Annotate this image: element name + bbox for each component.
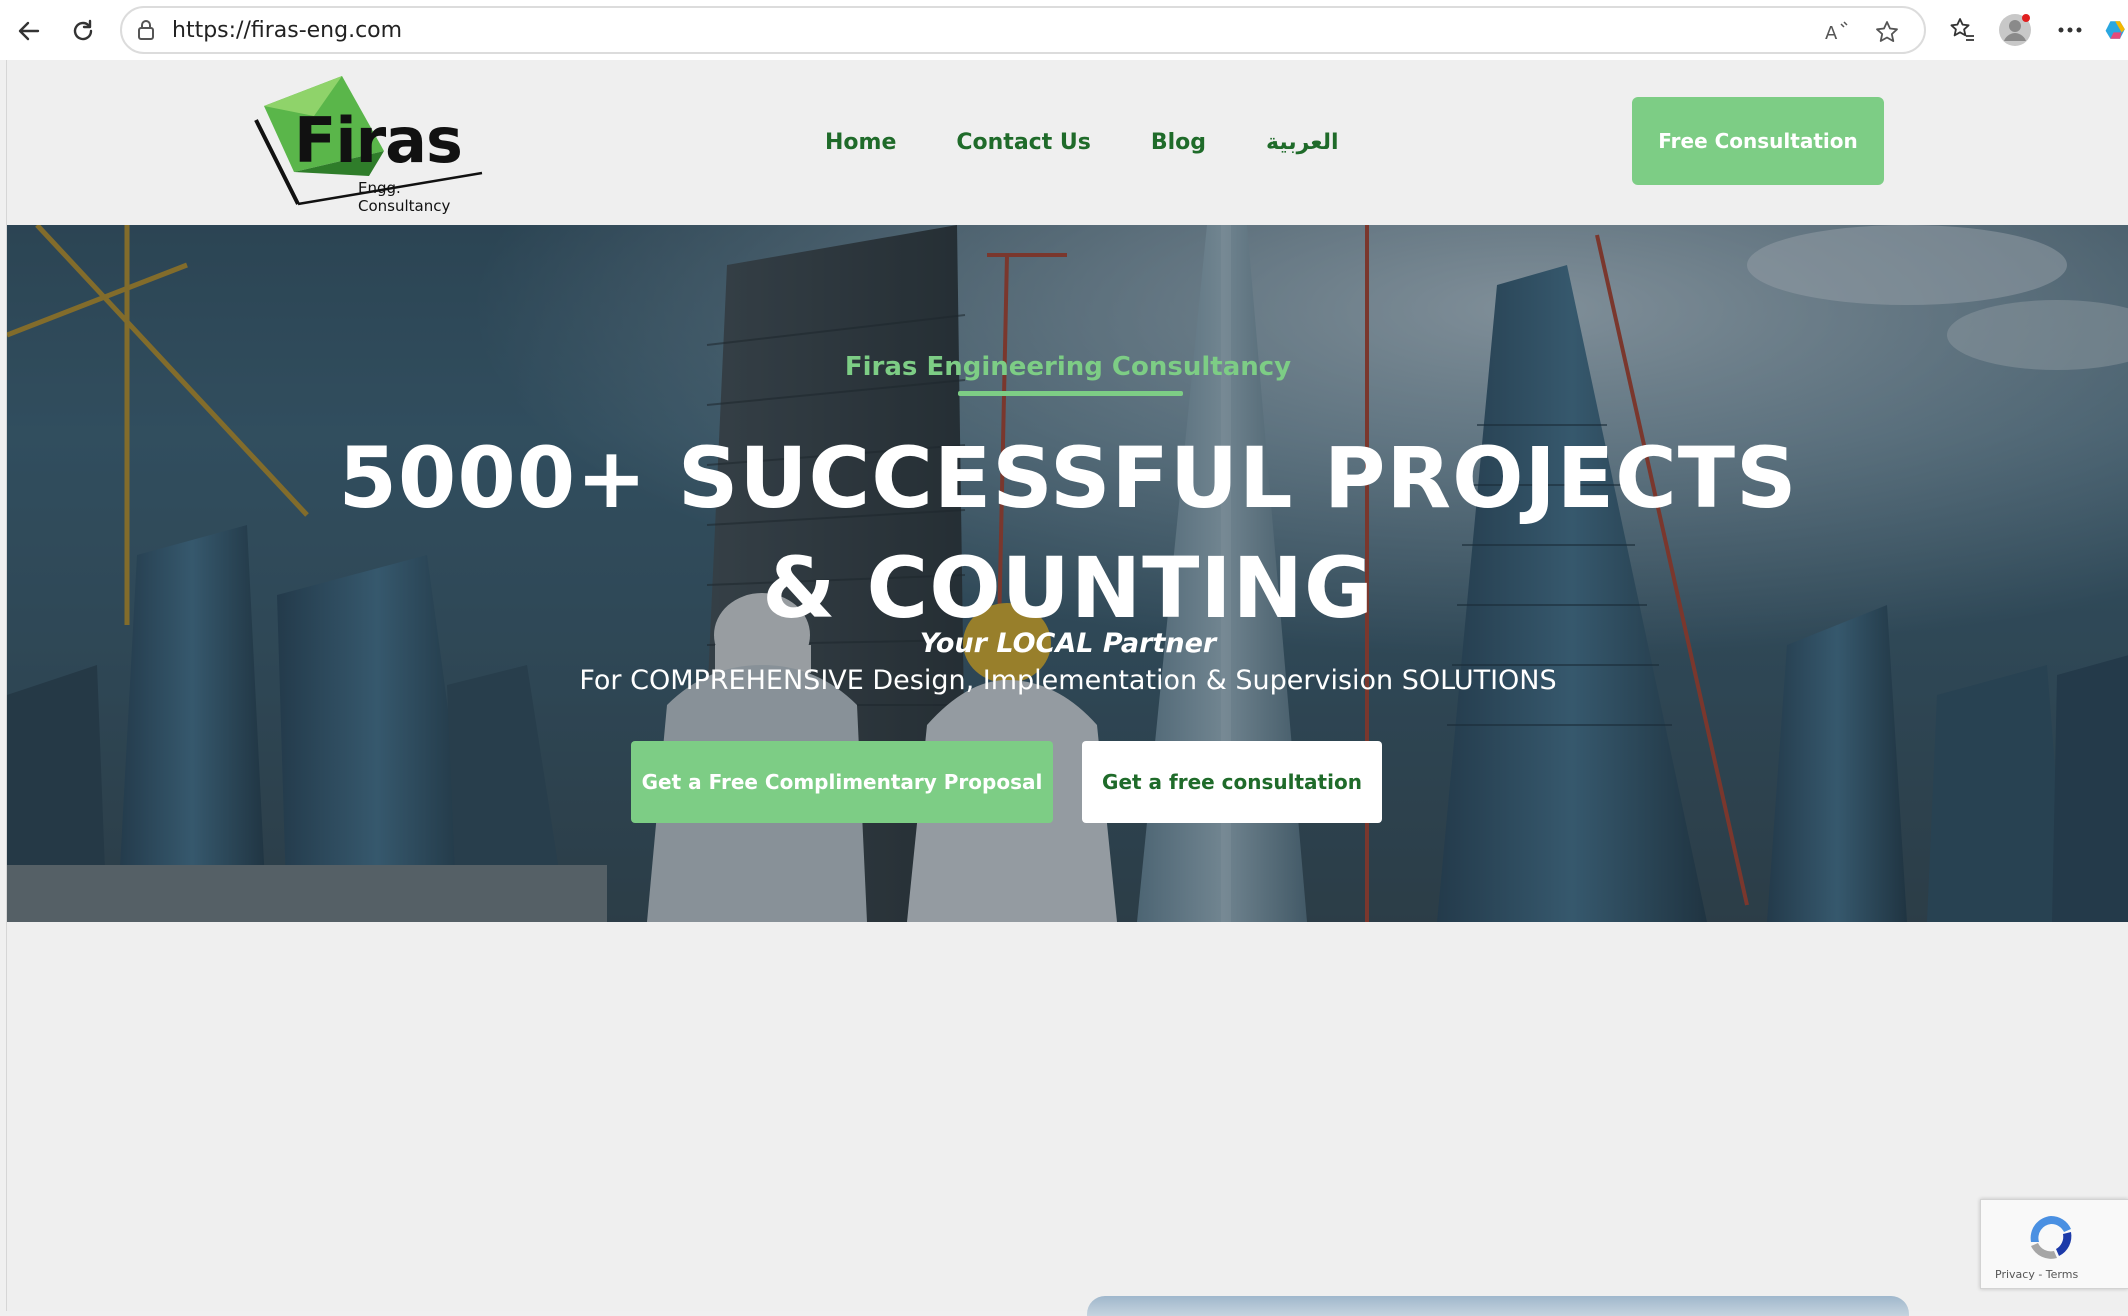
- logo-subtitle: Engg. Consultancy: [358, 179, 451, 215]
- next-section-image: [1087, 1296, 1909, 1316]
- web-page: Firas Engg. Consultancy Home Contact Us …: [6, 60, 2128, 1316]
- favorite-star-icon[interactable]: [1872, 17, 1902, 47]
- hero-tagline: Your LOCAL Partner: [919, 628, 1217, 659]
- hero-title: 5000+ SUCCESSFUL PROJECTS & COUNTING: [338, 429, 1798, 637]
- back-icon[interactable]: [12, 14, 46, 48]
- recaptcha-badge[interactable]: Privacy - Terms: [1980, 1199, 2128, 1289]
- free-consultation-button[interactable]: Free Consultation: [1632, 97, 1884, 185]
- lock-icon[interactable]: [136, 19, 156, 45]
- free-consultation-hero-button[interactable]: Get a free consultation: [1082, 741, 1382, 823]
- recaptcha-icon: [2030, 1216, 2072, 1259]
- profile-avatar-icon[interactable]: [1997, 12, 2033, 48]
- hero-section: Firas Engineering Consultancy 5000+ SUCC…: [7, 225, 2128, 922]
- main-navigation: Home Contact Us Blog العربية: [825, 130, 1399, 155]
- nav-contact-us[interactable]: Contact Us: [956, 130, 1090, 155]
- more-options-icon[interactable]: [2052, 12, 2088, 48]
- eyebrow-underline: [958, 391, 1183, 396]
- logo-wordmark: Firas: [294, 104, 463, 177]
- favorites-icon[interactable]: [1944, 12, 1980, 48]
- refresh-icon[interactable]: [66, 14, 100, 48]
- free-proposal-button[interactable]: Get a Free Complimentary Proposal: [631, 741, 1053, 823]
- url-text[interactable]: https://firas-eng.com: [172, 18, 402, 43]
- read-aloud-icon[interactable]: A: [1822, 17, 1852, 47]
- site-header: Firas Engg. Consultancy Home Contact Us …: [7, 60, 2128, 225]
- nav-home[interactable]: Home: [825, 130, 896, 155]
- hero-subtitle: For COMPREHENSIVE Design, Implementation…: [579, 665, 1557, 696]
- recaptcha-links[interactable]: Privacy - Terms: [1995, 1268, 2078, 1281]
- copilot-icon[interactable]: [2104, 12, 2128, 48]
- svg-text:A: A: [1825, 23, 1838, 44]
- nav-blog[interactable]: Blog: [1151, 130, 1206, 155]
- firas-logo[interactable]: Firas Engg. Consultancy: [254, 76, 484, 215]
- address-bar[interactable]: https://firas-eng.com A: [120, 6, 1926, 54]
- browser-toolbar: https://firas-eng.com A: [0, 0, 2128, 60]
- nav-arabic[interactable]: العربية: [1266, 130, 1339, 155]
- hero-eyebrow: Firas Engineering Consultancy: [844, 352, 1292, 382]
